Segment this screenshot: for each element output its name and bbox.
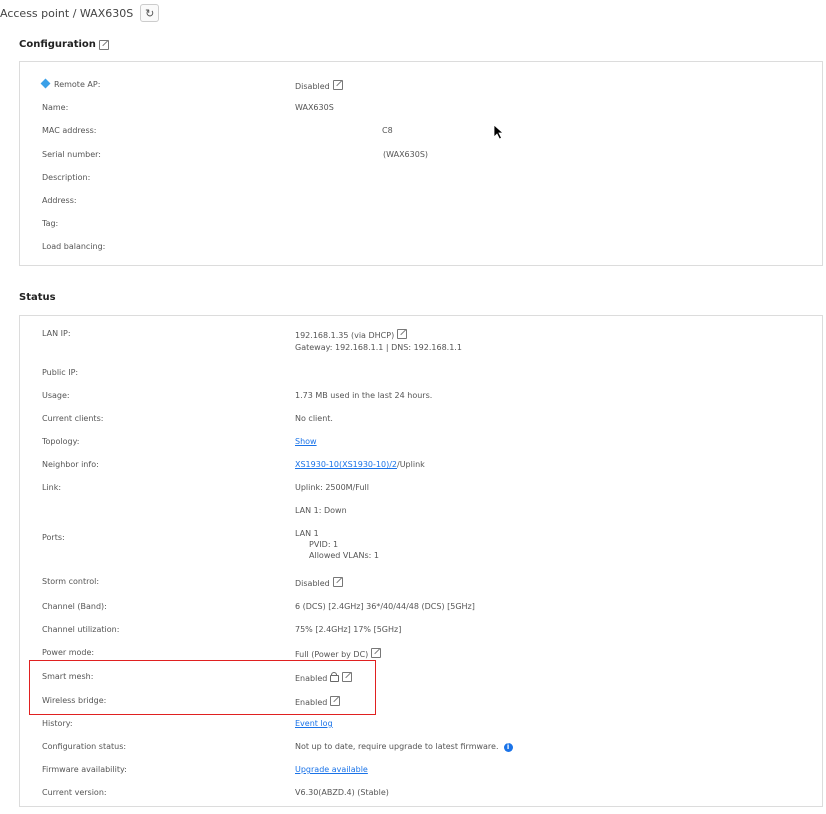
breadcrumb: Access point / WAX630S ↻ [0,4,160,22]
mouse-cursor-icon [493,124,505,140]
highlight-box [29,660,376,715]
topology-show-link[interactable]: Show [295,437,317,446]
refresh-button[interactable]: ↻ [140,4,160,22]
refresh-icon: ↻ [145,6,155,20]
remote-ap-edit-icon[interactable] [332,80,343,90]
info-icon[interactable]: i [503,742,513,752]
configuration-title: Configuration [19,39,109,50]
storm-control-edit-icon[interactable] [332,577,343,587]
status-title: Status [19,292,56,303]
configuration-edit-icon[interactable] [98,39,109,50]
event-log-link[interactable]: Event log [295,719,333,728]
diamond-icon [40,78,51,89]
status-panel: LAN IP: 192.168.1.35 (via DHCP) Gateway:… [19,315,823,807]
upgrade-available-link[interactable]: Upgrade available [295,765,368,774]
configuration-panel: Remote AP: Disabled Name: WAX630S MAC ad… [19,61,823,266]
neighbor-link[interactable]: XS1930-10(XS1930-10)/2 [295,460,397,469]
breadcrumb-text: Access point / WAX630S [0,6,134,20]
power-mode-edit-icon[interactable] [371,648,382,658]
lan-ip-edit-icon[interactable] [397,329,408,339]
